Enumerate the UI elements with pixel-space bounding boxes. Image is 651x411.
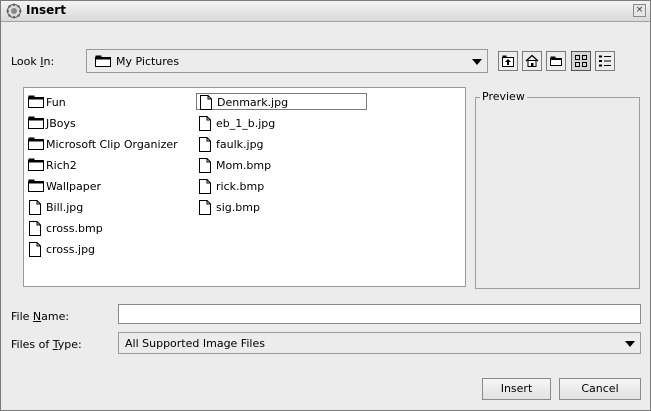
home-icon xyxy=(525,54,539,67)
file-icon xyxy=(29,242,41,257)
file-icon xyxy=(199,116,211,131)
file-type-label: Files of Type: xyxy=(11,338,82,351)
file-name-input[interactable] xyxy=(118,304,641,324)
list-view-icon xyxy=(575,55,587,67)
up-one-level-button[interactable] xyxy=(498,51,518,71)
details-view-icon xyxy=(599,55,611,67)
look-in-label: Look In: xyxy=(11,55,55,68)
insert-dialog: Insert × Look In: My Pictures Fun JBoys … xyxy=(0,0,651,411)
folder-icon xyxy=(28,137,44,150)
chevron-down-icon[interactable] xyxy=(625,341,635,347)
preview-label: Preview xyxy=(480,90,527,103)
file-type-value: All Supported Image Files xyxy=(125,337,265,350)
file-name-label: File Name: xyxy=(11,310,70,323)
file-icon xyxy=(199,137,211,152)
folder-icon xyxy=(28,158,44,171)
app-icon xyxy=(6,3,22,19)
close-icon: × xyxy=(635,5,644,15)
folder-icon xyxy=(28,179,44,192)
look-in-value: My Pictures xyxy=(116,55,180,68)
file-type-dropdown[interactable]: All Supported Image Files xyxy=(118,332,641,354)
folder-icon xyxy=(28,95,44,108)
file-icon xyxy=(199,158,211,173)
file-list[interactable]: Fun JBoys Microsoft Clip Organizer Rich2… xyxy=(23,87,466,287)
file-icon xyxy=(199,200,211,215)
look-in-dropdown[interactable]: My Pictures xyxy=(86,49,488,73)
list-item[interactable]: Denmark.jpg xyxy=(196,93,367,110)
chevron-down-icon[interactable] xyxy=(472,59,482,65)
folder-icon xyxy=(28,116,44,129)
new-folder-icon xyxy=(550,56,562,66)
insert-button[interactable]: Insert xyxy=(482,378,551,400)
close-button[interactable]: × xyxy=(633,4,646,17)
file-icon xyxy=(200,95,212,110)
home-button[interactable] xyxy=(522,51,542,71)
up-one-level-icon xyxy=(502,55,514,67)
file-icon xyxy=(29,221,41,236)
details-view-button[interactable] xyxy=(595,51,615,71)
preview-panel xyxy=(475,97,640,289)
file-icon xyxy=(29,200,41,215)
file-icon xyxy=(199,179,211,194)
cancel-button[interactable]: Cancel xyxy=(559,378,641,400)
dialog-title: Insert xyxy=(26,3,66,17)
list-view-button[interactable] xyxy=(571,51,591,71)
folder-icon xyxy=(95,55,111,70)
title-bar[interactable]: Insert × xyxy=(1,1,650,22)
new-folder-button[interactable] xyxy=(546,51,566,71)
